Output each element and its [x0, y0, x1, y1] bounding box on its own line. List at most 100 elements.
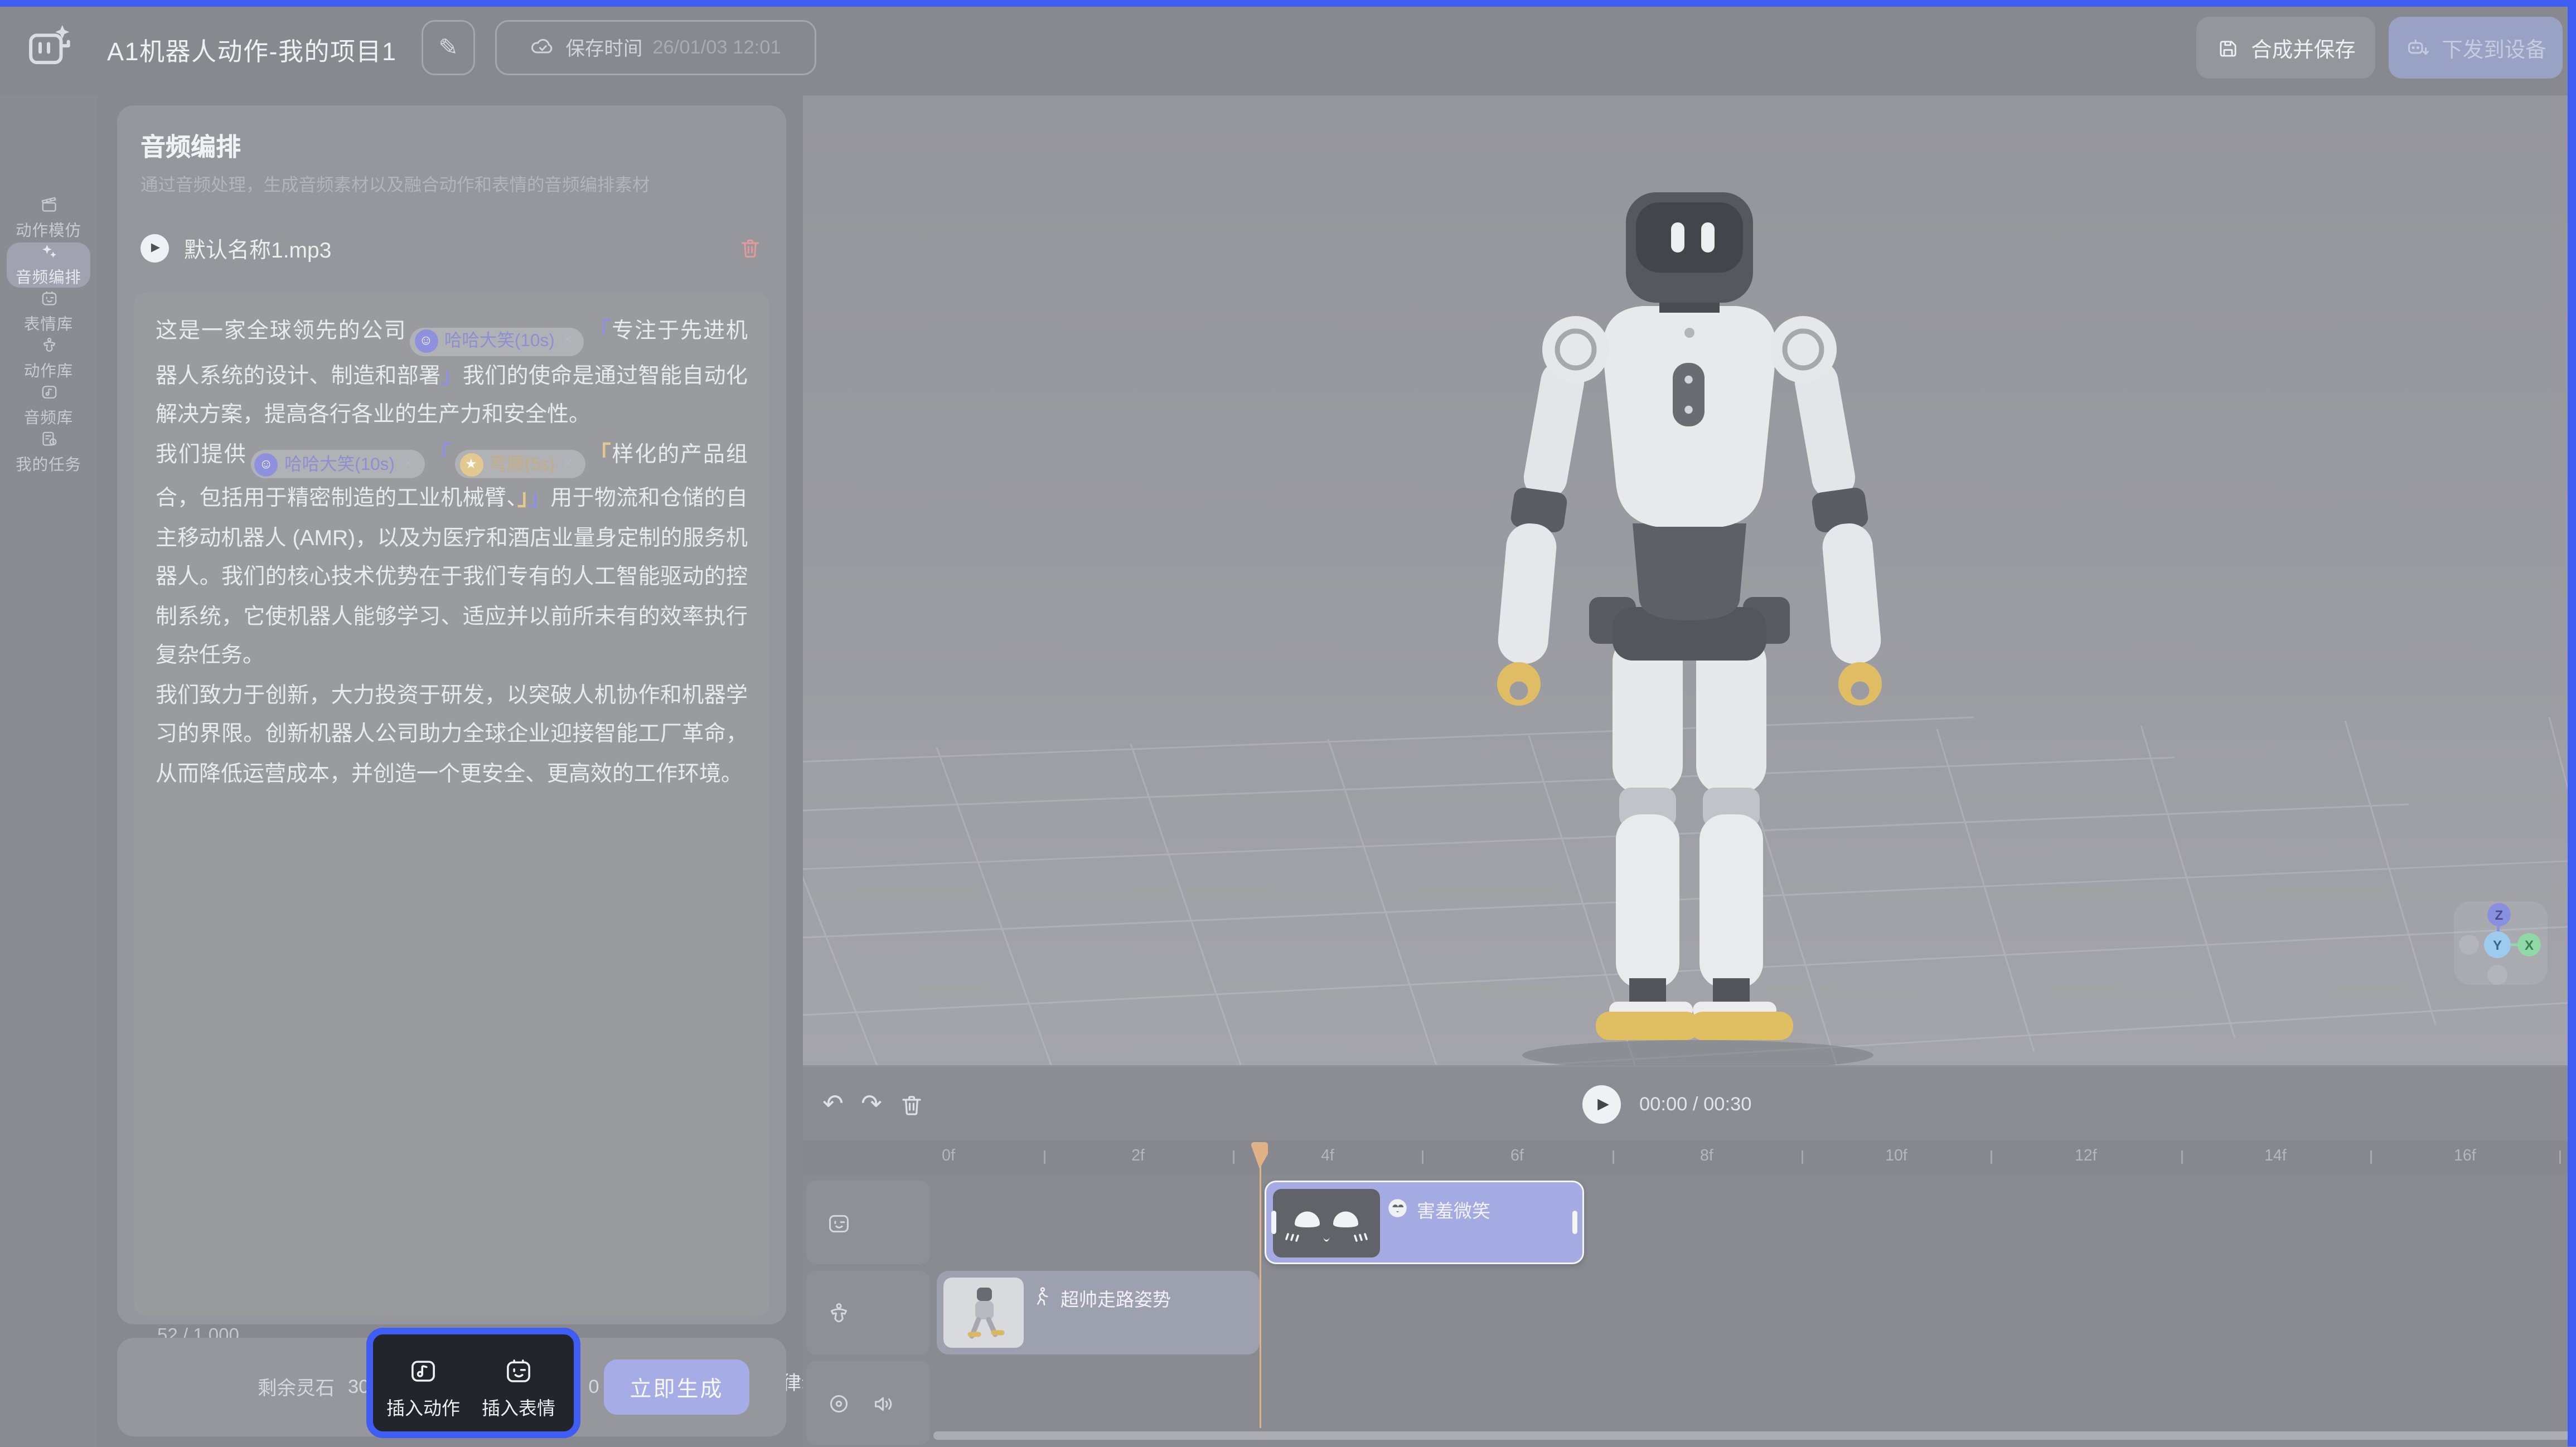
remaining-stones-label: 剩余灵石	[258, 1374, 335, 1401]
ruler-minor-tick	[1233, 1150, 1234, 1164]
script-paragraph: 我们提供☺哈哈大笑(10s)×「★弯腰(5s)×「样化的产品组合，包括用于精密制…	[156, 434, 748, 675]
chip-label: 哈哈大笑(10s)	[444, 329, 555, 353]
expression-clip-title: 害羞微笑	[1387, 1182, 1490, 1263]
top-bar: A1机器人动作-我的项目1 ✎ 保存时间 26/01/03 12:01 合成并保…	[0, 0, 2576, 95]
timeline-panel: 0f2f4f6f8f10f12f14f16f	[803, 1140, 2576, 1447]
ruler-tick-label: 8f	[1700, 1147, 1713, 1166]
expression-chip-icon: ☺	[254, 453, 278, 476]
playback-time: 00:00 / 00:30	[1639, 1095, 1751, 1115]
generate-now-button[interactable]: 立即生成	[604, 1359, 749, 1415]
insert-motion-icon	[408, 1356, 438, 1386]
sidebar-item-audio-arrange[interactable]: 音频编排	[0, 242, 97, 288]
shy-smile-thumbnail	[1273, 1189, 1380, 1257]
axis-y-dot[interactable]: Y	[2484, 931, 2511, 958]
synthesize-save-label: 合成并保存	[2251, 32, 2356, 64]
play-button[interactable]: ▶	[1582, 1085, 1621, 1124]
sidebar-label: 动作库	[24, 358, 73, 381]
scope-quote-mark: 「	[428, 441, 452, 466]
sidebar-label: 动作模仿	[16, 217, 81, 241]
audio-play-button[interactable]: ▶	[141, 234, 169, 262]
music-box-icon	[36, 383, 61, 401]
insert-expression-icon	[503, 1356, 534, 1386]
axis-neg-x-dot[interactable]	[2459, 935, 2479, 955]
insert-motion-label: 插入动作	[386, 1395, 460, 1421]
viewport-3d[interactable]: Z Y X	[803, 95, 2576, 1065]
script-editor[interactable]: 这是一家全球领先的公司☺哈哈大笑(10s)×「专注于先进机器人系统的设计、制造和…	[134, 293, 769, 1316]
sidebar-item-audio-library[interactable]: 音频库	[0, 383, 97, 428]
robot-download-icon	[2405, 35, 2430, 60]
saved-badge-icon	[530, 35, 555, 60]
sidebar-label: 我的任务	[16, 451, 81, 475]
save-time-chip: 保存时间 26/01/03 12:01	[495, 20, 816, 75]
clip-trim-handle-right[interactable]	[1572, 1211, 1577, 1234]
axis-x-dot[interactable]: X	[2517, 933, 2541, 956]
rename-button[interactable]: ✎	[422, 20, 475, 75]
synthesize-save-button[interactable]: 合成并保存	[2196, 17, 2375, 79]
ruler-tick-label: 16f	[2454, 1147, 2476, 1166]
script-text: 我们提供	[156, 441, 247, 466]
project-title: A1机器人动作-我的项目1	[107, 33, 397, 69]
chip-remove-icon[interactable]: ×	[403, 453, 413, 476]
walking-person-icon	[1030, 1286, 1052, 1308]
pencil-icon: ✎	[438, 33, 458, 62]
save-time-label: 保存时间	[565, 35, 642, 61]
script-paragraph: 我们致力于创新，大力投资于研发，以突破人机协作和机器学习的界限。创新机器人公司助…	[156, 675, 748, 793]
panel-title: 音频编排	[141, 129, 241, 164]
sidebar-item-my-tasks[interactable]: 我的任务	[0, 430, 97, 475]
audio-file-row: ▶ 默认名称1.mp3	[141, 226, 763, 269]
delete-audio-icon[interactable]	[738, 235, 763, 260]
motion-clip[interactable]: 超帅走路姿势	[937, 1271, 1260, 1354]
script-text: 这是一家全球领先的公司	[156, 318, 406, 343]
axis-z-dot[interactable]: Z	[2487, 903, 2511, 926]
motion-chip-icon: ★	[459, 453, 483, 476]
redo-icon[interactable]: ↷	[856, 1090, 887, 1120]
deploy-device-label: 下发到设备	[2442, 32, 2546, 64]
scope-quote-mark: 」	[529, 485, 550, 510]
ruler-tick-label: 6f	[1510, 1147, 1524, 1166]
motion-track-icon	[826, 1300, 851, 1325]
scope-quote-mark: 」	[517, 485, 529, 510]
expression-tag-chip[interactable]: ☺哈哈大笑(10s)×	[250, 450, 425, 478]
app-window: A1机器人动作-我的项目1 ✎ 保存时间 26/01/03 12:01 合成并保…	[0, 0, 2576, 1447]
scope-quote-mark: 「	[588, 318, 612, 343]
playhead-line[interactable]	[1259, 1164, 1262, 1428]
delete-clip-icon[interactable]	[897, 1090, 927, 1120]
task-list-icon	[36, 430, 61, 448]
ruler-minor-tick	[1991, 1150, 1993, 1164]
timeline-ruler[interactable]: 0f2f4f6f8f10f12f14f16f	[803, 1140, 2576, 1174]
audio-file-name: 默认名称1.mp3	[184, 232, 723, 264]
ruler-minor-tick	[2560, 1150, 2562, 1164]
sidebar-item-motion-mimic[interactable]: 动作模仿	[0, 196, 97, 241]
rhythm-disc-icon[interactable]	[826, 1391, 851, 1416]
axis-neg-z-dot[interactable]	[2487, 965, 2507, 985]
generate-now-label: 立即生成	[630, 1371, 723, 1403]
scope-quote-mark: 「	[588, 441, 612, 466]
motion-tag-chip[interactable]: ★弯腰(5s)×	[455, 450, 584, 478]
left-nav-sidebar: 动作模仿 音频编排 表情库 动作库 音频库	[0, 95, 97, 1447]
insert-motion-button[interactable]: 插入动作	[375, 1356, 472, 1421]
expression-clip-label: 害羞微笑	[1417, 1197, 1490, 1224]
motion-clip-title: 超帅走路姿势	[1030, 1271, 1171, 1354]
expression-chip-icon: ☺	[414, 329, 438, 353]
sidebar-item-motion-library[interactable]: 动作库	[0, 336, 97, 381]
expression-tag-chip[interactable]: ☺哈哈大笑(10s) ×	[410, 327, 584, 356]
sidebar-label: 音频编排	[16, 264, 81, 288]
sidebar-item-expression-library[interactable]: 表情库	[0, 289, 97, 334]
timeline-horizontal-scrollbar[interactable]	[933, 1431, 2573, 1440]
audio-arrange-card: 音频编排 通过音频处理，生成音频素材以及融合动作和表情的音频编排素材 ▶ 默认名…	[117, 105, 786, 1324]
ruler-tick-label: 14f	[2264, 1147, 2287, 1166]
screen-highlight-edge-right	[2568, 0, 2576, 1447]
cost-stones-value: 0	[588, 1377, 599, 1397]
clip-trim-handle-left[interactable]	[1271, 1211, 1276, 1234]
chip-remove-icon[interactable]: ×	[563, 453, 573, 476]
expression-clip[interactable]: 害羞微笑	[1265, 1181, 1584, 1264]
motion-clip-label: 超帅走路姿势	[1061, 1286, 1171, 1313]
undo-icon[interactable]: ↶	[818, 1090, 848, 1120]
ruler-tick-label: 10f	[1885, 1147, 1907, 1166]
scope-quote-mark: 」	[440, 362, 462, 387]
chip-remove-icon[interactable]: ×	[563, 329, 573, 353]
insert-expression-button[interactable]: 插入表情	[470, 1356, 567, 1421]
deploy-device-button[interactable]: 下发到设备	[2389, 17, 2563, 79]
ruler-minor-tick	[2370, 1150, 2372, 1164]
volume-icon[interactable]	[871, 1391, 897, 1416]
